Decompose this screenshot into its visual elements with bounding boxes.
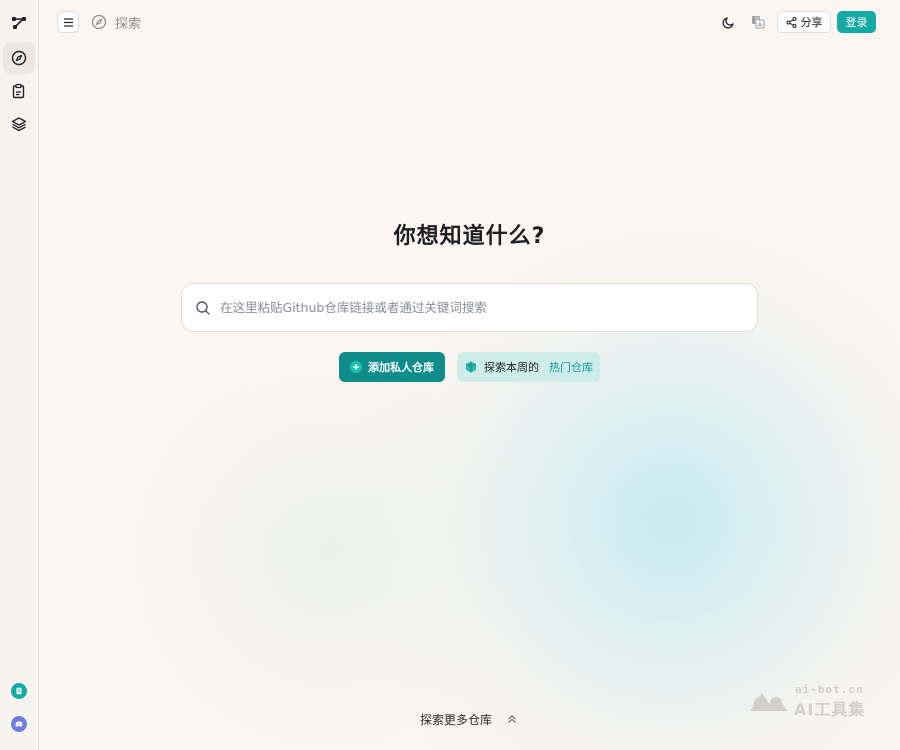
watermark-url: ai-bot.cn [795, 683, 864, 696]
language-button[interactable]: 文 A [749, 13, 767, 31]
explore-trending-button[interactable]: 探索本周的 热门仓库 [457, 352, 600, 382]
search-box[interactable] [181, 283, 758, 332]
plus-icon [350, 361, 362, 373]
share-button[interactable]: 分享 [777, 11, 831, 33]
sidebar-item-layers[interactable] [3, 108, 35, 140]
layers-icon [11, 117, 27, 132]
share-label: 分享 [800, 16, 823, 29]
top-bar: 探索 文 A 分享 登录 [39, 0, 900, 44]
clipboard-icon [12, 83, 25, 99]
page-title: 你想知道什么? [393, 224, 546, 249]
moon-icon [722, 17, 734, 29]
add-private-repo-label: 添加私人仓库 [368, 361, 434, 374]
chevron-double-up-icon [508, 714, 516, 723]
watermark-logo-icon [750, 693, 788, 711]
breadcrumb: 探索 [115, 17, 142, 32]
discord-button[interactable] [11, 716, 27, 732]
document-circle-icon [16, 687, 22, 695]
graph-logo-icon [12, 17, 26, 29]
watermark-text: AI工具集 [794, 700, 866, 719]
translate-icon: 文 A [752, 16, 765, 29]
sidebar-item-explore[interactable] [3, 42, 35, 74]
watermark: ai-bot.cn AI工具集 [748, 683, 878, 719]
book-icon [464, 360, 478, 374]
explore-more-link[interactable]: 探索更多仓库 [420, 711, 518, 727]
docs-button[interactable] [11, 683, 27, 699]
explore-label: 探索本周的 [484, 361, 539, 374]
theme-toggle-button[interactable] [720, 13, 738, 31]
compass-icon [91, 14, 107, 30]
sidebar-item-repos[interactable] [3, 75, 35, 107]
app-logo-button[interactable] [3, 7, 35, 39]
background-glow [0, 0, 900, 750]
compass-icon [11, 50, 27, 66]
explore-highlight: 热门仓库 [549, 361, 593, 374]
search-icon [196, 300, 210, 315]
svg-text:A: A [758, 23, 762, 29]
search-input[interactable] [220, 300, 757, 315]
sidebar-rail [0, 0, 39, 750]
add-private-repo-button[interactable]: 添加私人仓库 [339, 352, 445, 382]
hamburger-icon [63, 17, 73, 27]
login-button[interactable]: 登录 [837, 11, 876, 33]
discord-icon [15, 721, 23, 727]
menu-toggle-button[interactable] [57, 11, 79, 33]
explore-more-label: 探索更多仓库 [420, 712, 493, 727]
share-icon [786, 16, 796, 28]
